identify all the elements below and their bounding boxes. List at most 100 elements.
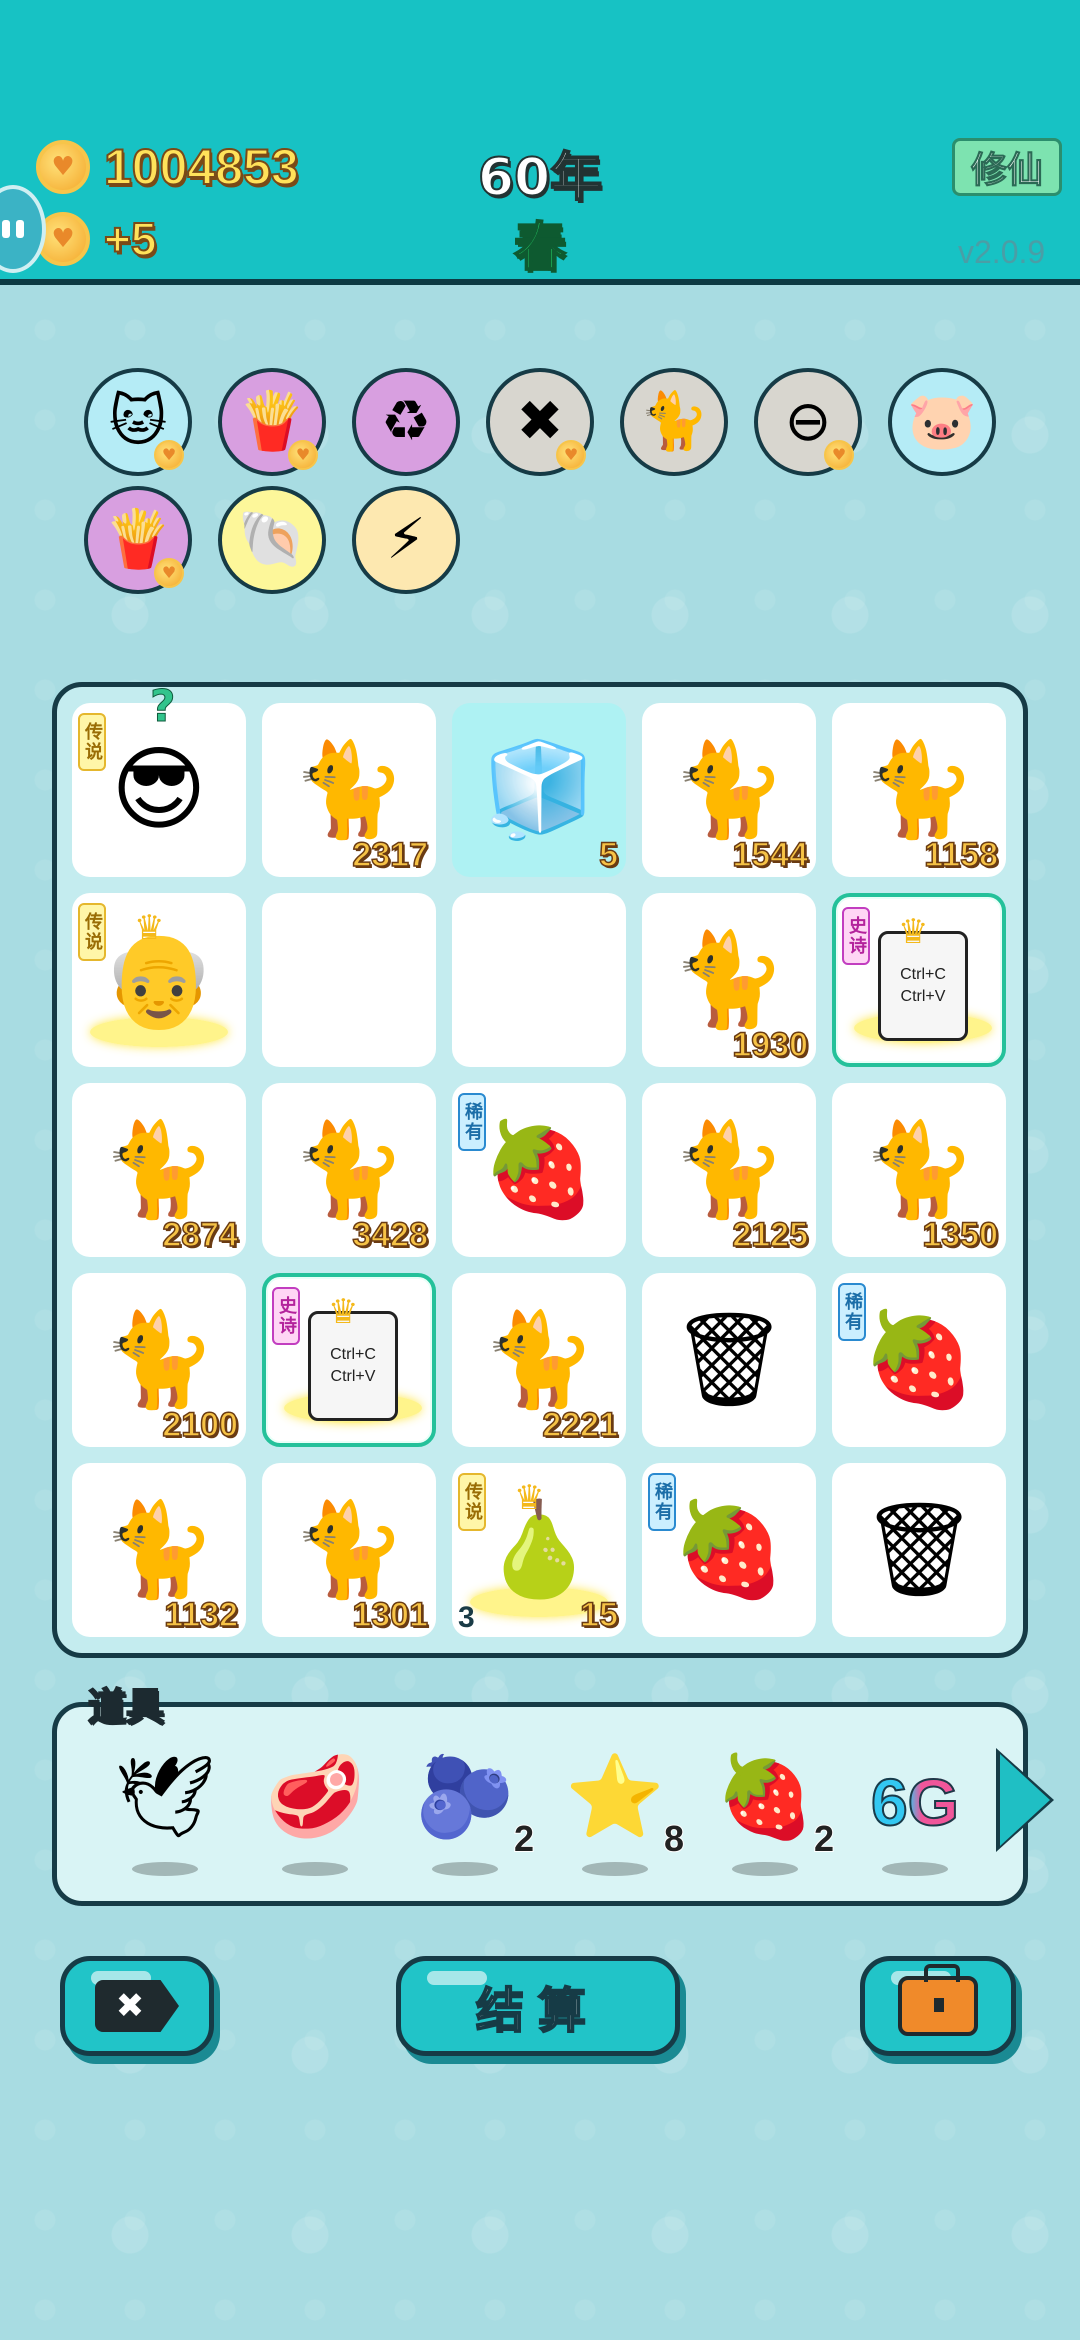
board-cell-cat[interactable]: 🐈 2100 [72,1273,246,1447]
paste-line: Ctrl+V [330,1368,376,1385]
rarity-badge: 稀有 [458,1093,486,1151]
next-items-arrow-icon[interactable] [1000,1754,1050,1846]
year-label: 60年 [477,147,603,209]
strawberry-item-icon: 🍓 [715,1750,815,1843]
item-count: 8 [663,1817,685,1860]
board-cell-cat[interactable]: 🐈 1301 [262,1463,436,1637]
copy-line: Ctrl+C [330,1346,376,1363]
board-cell-copy[interactable]: Ctrl+C Ctrl+V ♛ 史诗 [262,1273,436,1447]
inventory-button[interactable] [860,1956,1016,2056]
bayberry-item[interactable]: 🫐 2 [400,1742,535,1882]
recycle-buff-icon: ♻ [380,389,432,454]
heart-coin-icon: ♥ [154,558,184,588]
cultivation-mode-button[interactable]: 修仙 [952,138,1062,196]
delete-button[interactable]: ✖ [60,1956,214,2056]
board-cell-king[interactable]: 👴 ♛ 传说 [72,893,246,1067]
crown-icon: ♛ [328,1292,359,1332]
minus-buff-icon: ⊖ [784,389,832,454]
heart-coin-icon: ♥ [824,440,854,470]
item-shadow [732,1862,798,1876]
board-cell-lychee[interactable]: 🍓 稀有 [832,1273,1006,1447]
cell-value: 2317 [352,835,429,875]
star-item[interactable]: ⭐ 8 [550,1742,685,1882]
item-count: 2 [513,1817,535,1860]
briefcase-icon [898,1964,978,2036]
lightning-buff[interactable]: ⚡ [352,486,460,594]
cell-value: 1350 [922,1215,999,1255]
cell-value: 3428 [352,1215,429,1255]
board-cell-fridge[interactable]: 🧊 5 [452,703,626,877]
item-6g-label: 6G [850,1764,980,1840]
delete-tag-buff[interactable]: ✖ ♥ [486,368,594,476]
cell-value: 2100 [162,1405,239,1445]
cell-value: 1544 [732,835,809,875]
board-cell-cat[interactable]: 🐈 2317 [262,703,436,877]
cat-silhouette-buff[interactable]: 🐱 ♥ [84,368,192,476]
cell-value: 1132 [163,1595,238,1635]
rarity-badge: 传说 [78,713,106,771]
star-item-icon: ⭐ [565,1750,665,1843]
heart-coin-icon: ♥ [154,440,184,470]
liver-item-icon: 🥩 [265,1750,365,1843]
cat-silhouette-buff-icon: 🐱 [108,389,168,454]
dove-item-icon: 🕊 [114,1750,216,1843]
board-cell-pear[interactable]: 🍐 ♛ 传说 15 3 [452,1463,626,1637]
board-cell-trash[interactable]: 🗑 [642,1273,816,1447]
item-shadow [432,1862,498,1876]
cell-value: 1158 [923,835,998,875]
board-cell-cat[interactable]: 🐈 3428 [262,1083,436,1257]
board-cell-cat[interactable]: 🐈 1158 [832,703,1006,877]
shell-buff[interactable]: 🐚 [218,486,326,594]
rarity-badge: 传说 [458,1473,486,1531]
item-shadow [882,1862,948,1876]
board-cell-cat[interactable]: 🐈 1930 [642,893,816,1067]
board-cell-cat[interactable]: 🐈 2221 [452,1273,626,1447]
liver-item[interactable]: 🥩 [250,1742,380,1882]
rarity-badge: 史诗 [272,1287,300,1345]
question-mark-icon: ? [150,681,177,733]
delete-tag-icon: ✖ [95,1980,179,2032]
dove-item[interactable]: 🕊 [100,1742,230,1882]
item-shadow [582,1862,648,1876]
6g-item[interactable]: 6G [850,1742,980,1882]
version-label: v2.0.9 [958,234,1046,270]
heart-coin-icon: ♥ [288,440,318,470]
cell-counter: 3 [458,1601,475,1634]
heart-coin-icon: ♥ [556,440,586,470]
cell-value: 5 [598,835,618,875]
item-count: 2 [813,1817,835,1860]
board-cell-lychee[interactable]: 🍓 稀有 [452,1083,626,1257]
cell-value: 2125 [732,1215,809,1255]
settle-button[interactable]: 结算 [396,1956,680,2056]
board-cell-cat[interactable]: 🐈 1132 [72,1463,246,1637]
board-cell-lychee[interactable]: 🍓 稀有 [642,1463,816,1637]
strawberry-item[interactable]: 🍓 2 [700,1742,835,1882]
board-cell-cat[interactable]: 🐈 1544 [642,703,816,877]
fries-buff[interactable]: 🍟 ♥ [218,368,326,476]
cell-value: 1930 [732,1025,809,1065]
minus-buff[interactable]: ⊖ ♥ [754,368,862,476]
button-shine [427,1971,487,1985]
fries-buff-2[interactable]: 🍟 ♥ [84,486,192,594]
top-status-bar: ♥ 1004853 ♥ +5 60年 春 修仙 v2.0.9 [0,0,1080,285]
trash-icon: 🗑 [670,1306,788,1413]
rarity-badge: 史诗 [842,907,870,965]
bayberry-item-icon: 🫐 [415,1750,515,1843]
cell-value: 2221 [542,1405,619,1445]
board-cell-cat[interactable]: 🐈 1350 [832,1083,1006,1257]
board-cell-copy[interactable]: Ctrl+C Ctrl+V ♛ 史诗 [832,893,1006,1067]
crown-icon: ♛ [514,1478,545,1518]
recycle-buff[interactable]: ♻ [352,368,460,476]
piggy-bank-buff-icon: 🐷 [907,389,977,454]
board-cell-empty[interactable] [452,893,626,1067]
board-cell-empty[interactable] [262,893,436,1067]
twin-cats-buff[interactable]: 🐈 [620,368,728,476]
board-cell-cat[interactable]: 🐈 2125 [642,1083,816,1257]
board-cell-cat[interactable]: 🐈 2874 [72,1083,246,1257]
twin-cats-buff-icon: 🐈 [639,389,709,454]
piggy-bank-buff[interactable]: 🐷 [888,368,996,476]
board-cell-trash[interactable]: 🗑 [832,1463,1006,1637]
settle-button-label: 结算 [475,1982,600,2040]
paste-line: Ctrl+V [900,988,946,1005]
board-cell-person[interactable]: 😎 传说? [72,681,246,877]
